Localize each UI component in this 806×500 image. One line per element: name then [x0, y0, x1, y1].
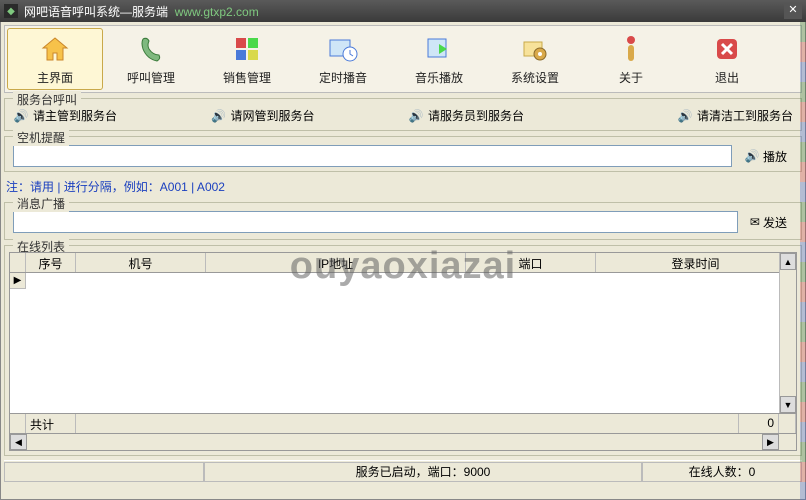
call-waiter-button[interactable]: 🔊请服务员到服务台: [408, 107, 596, 124]
tab-about[interactable]: 关于: [583, 28, 679, 90]
group-broadcast: 消息广播 ✉发送: [4, 202, 802, 240]
content: 主界面 呼叫管理 销售管理 定时播音 音乐播放 系统设置 关于 退出: [0, 22, 806, 500]
tab-sales-mgmt[interactable]: 销售管理: [199, 28, 295, 90]
exit-icon: [711, 33, 743, 65]
phone-icon: [135, 33, 167, 65]
col-port[interactable]: 端口: [466, 253, 596, 272]
grid-icon: [231, 33, 263, 65]
close-button[interactable]: ✕: [784, 3, 802, 19]
send-button[interactable]: ✉发送: [744, 211, 793, 233]
mail-icon: ✉: [750, 215, 760, 229]
home-icon: [39, 33, 71, 65]
app-icon: ◆: [4, 4, 18, 18]
scroll-up-icon[interactable]: ▲: [780, 253, 796, 270]
idle-note: 注：请用 | 进行分隔，例如：A001 | A002: [4, 172, 802, 197]
col-machine[interactable]: 机号: [76, 253, 206, 272]
tab-label: 音乐播放: [415, 69, 463, 86]
group-service-call: 服务台呼叫 🔊请主管到服务台 🔊请网管到服务台 🔊请服务员到服务台 🔊请清洁工到…: [4, 98, 802, 131]
legend: 消息广播: [13, 195, 69, 212]
call-netadmin-button[interactable]: 🔊请网管到服务台: [211, 107, 399, 124]
status-cell-empty: [4, 462, 204, 482]
scroll-down-icon[interactable]: ▼: [780, 396, 796, 413]
titlebar: ◆ 网吧语音呼叫系统—服务端 www.gtxp2.com ✕: [0, 0, 806, 22]
tab-label: 定时播音: [319, 69, 367, 86]
tab-timed-broadcast[interactable]: 定时播音: [295, 28, 391, 90]
speaker-icon: 🔊: [211, 108, 227, 124]
tab-music-play[interactable]: 音乐播放: [391, 28, 487, 90]
col-ip[interactable]: IP地址: [206, 253, 466, 272]
group-online-list: 在线列表 序号 机号 IP地址 端口 登录时间 ▶ ▲ ▼ 共计 0 ◀: [4, 245, 802, 456]
tab-label: 销售管理: [223, 69, 271, 86]
scroll-right-icon[interactable]: ▶: [762, 434, 779, 450]
table-header: 序号 机号 IP地址 端口 登录时间: [10, 253, 796, 273]
speaker-icon: 🔊: [677, 108, 693, 124]
alert-icon: [615, 33, 647, 65]
title-text: 网吧语音呼叫系统—服务端 www.gtxp2.com: [24, 3, 784, 20]
speaker-icon: 🔊: [744, 148, 760, 164]
vertical-scrollbar[interactable]: ▲ ▼: [779, 253, 796, 413]
horizontal-scrollbar[interactable]: ◀ ▶: [9, 434, 797, 451]
current-row-marker: ▶: [10, 273, 26, 289]
speaker-icon: 🔊: [13, 108, 29, 124]
tab-label: 系统设置: [511, 69, 559, 86]
legend: 服务台呼叫: [13, 91, 81, 108]
app-url: www.gtxp2.com: [175, 5, 259, 19]
status-service: 服务已启动，端口：9000: [204, 462, 642, 482]
speaker-icon: 🔊: [408, 108, 424, 124]
row-marker-col: [10, 253, 26, 272]
main-toolbar: 主界面 呼叫管理 销售管理 定时播音 音乐播放 系统设置 关于 退出: [4, 25, 802, 93]
online-table: 序号 机号 IP地址 端口 登录时间 ▶ ▲ ▼: [9, 252, 797, 414]
footer-total-count: 0: [739, 414, 779, 433]
music-icon: [423, 33, 455, 65]
app-name: 网吧语音呼叫系统—服务端: [24, 5, 168, 19]
broadcast-input[interactable]: [13, 211, 738, 233]
col-login-time[interactable]: 登录时间: [596, 253, 796, 272]
table-footer: 共计 0: [9, 414, 797, 434]
col-index[interactable]: 序号: [26, 253, 76, 272]
call-cleaner-button[interactable]: 🔊请清洁工到服务台: [606, 107, 794, 124]
tab-label: 退出: [715, 69, 739, 86]
tab-settings[interactable]: 系统设置: [487, 28, 583, 90]
idle-input[interactable]: [13, 145, 732, 167]
legend: 空机提醒: [13, 129, 69, 146]
schedule-icon: [327, 33, 359, 65]
group-idle-remind: 空机提醒 🔊播放: [4, 136, 802, 172]
tab-call-mgmt[interactable]: 呼叫管理: [103, 28, 199, 90]
tab-label: 关于: [619, 69, 643, 86]
tab-home[interactable]: 主界面: [7, 28, 103, 90]
footer-total-label: 共计: [26, 414, 76, 433]
side-decoration: [800, 22, 806, 500]
gear-icon: [519, 33, 551, 65]
statusbar: 服务已启动，端口：9000 在线人数：0: [4, 460, 802, 482]
status-online: 在线人数：0: [642, 462, 802, 482]
tab-label: 主界面: [37, 69, 73, 86]
scroll-left-icon[interactable]: ◀: [10, 434, 27, 450]
tab-exit[interactable]: 退出: [679, 28, 775, 90]
play-button[interactable]: 🔊播放: [738, 145, 793, 167]
call-supervisor-button[interactable]: 🔊请主管到服务台: [13, 107, 201, 124]
tab-label: 呼叫管理: [127, 69, 175, 86]
